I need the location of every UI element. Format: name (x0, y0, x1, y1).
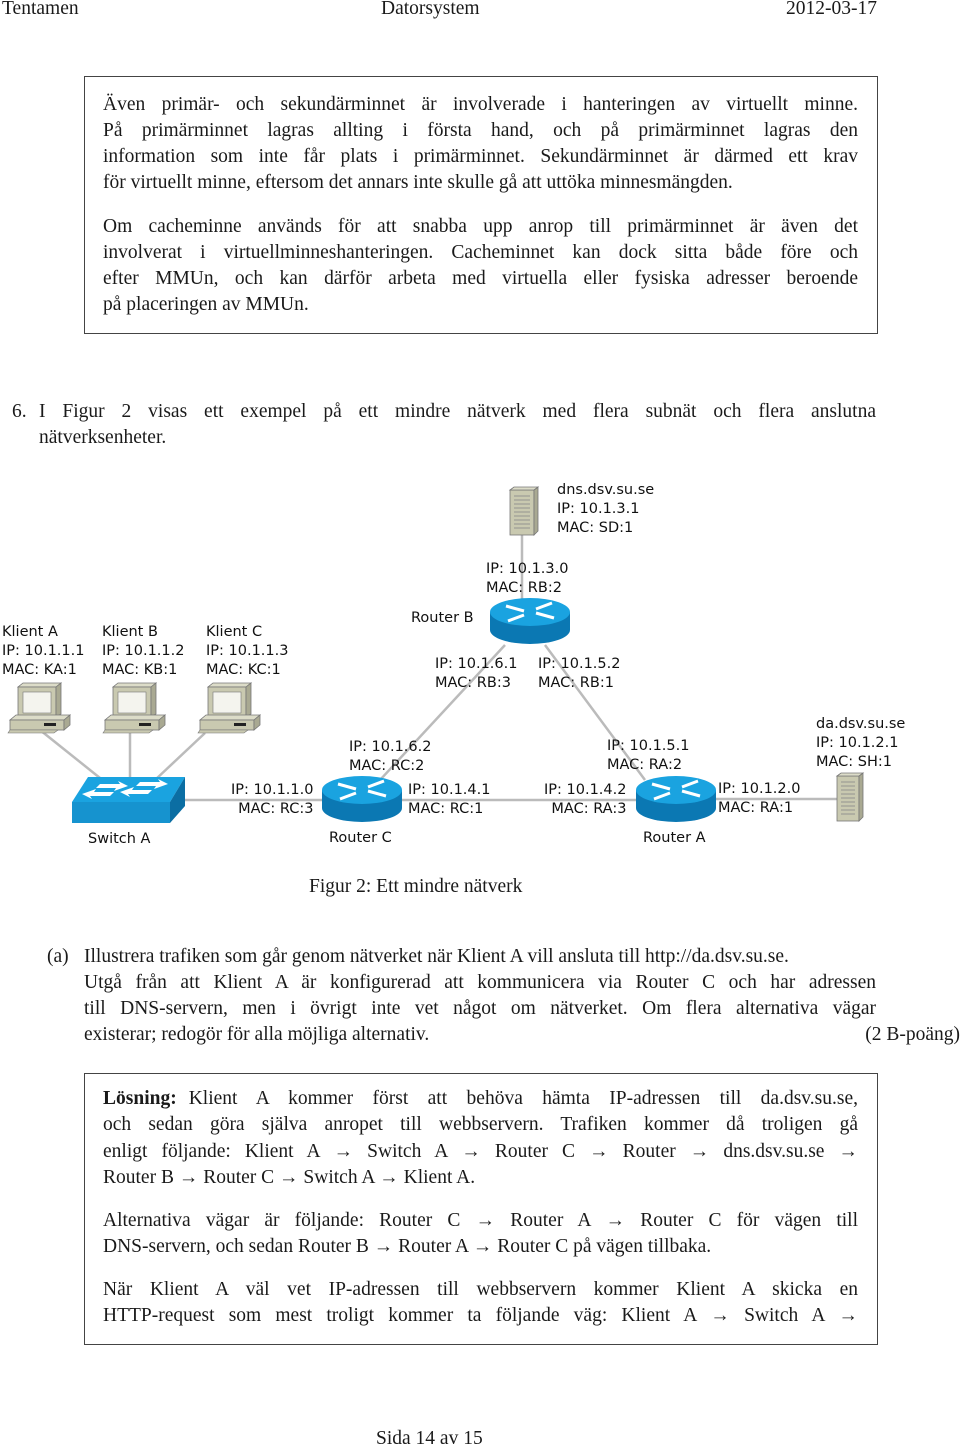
computer-icon (102, 682, 167, 734)
solution-text: enligt följande: Klient A → Switch A → R… (103, 1141, 858, 1162)
da-mac: MAC: SH:1 (816, 754, 893, 770)
interface-ip: IP: 10.1.4.1 (408, 782, 491, 798)
solution-text: DNS-servern, och sedan Router B → Router… (103, 1236, 712, 1257)
solution-text: HTTP-request som mest troligt kommer ta … (103, 1305, 858, 1326)
router-a-label: Router A (643, 830, 706, 846)
host-mac: MAC: KB:1 (102, 662, 178, 678)
router-a-right-interface: IP: 10.1.2.0 MAC: RA:1 (718, 780, 800, 818)
part-a-points: (2 B-poäng) (865, 1024, 960, 1045)
router-b-label: Router B (411, 610, 474, 626)
klient-b-label: Klient B IP: 10.1.1.2 MAC: KB:1 (102, 623, 184, 680)
interface-mac: MAC: RB:3 (435, 675, 511, 691)
interface-mac: MAC: RA:2 (607, 757, 683, 773)
interface-ip: IP: 10.1.1.0 (231, 782, 314, 798)
router-a-top-interface: IP: 10.1.5.1 MAC: RA:2 (607, 737, 689, 775)
router-b-top-interface: IP: 10.1.3.0 MAC: RB:2 (486, 560, 568, 598)
da-server-label: da.dsv.su.se IP: 10.1.2.1 MAC: SH:1 (816, 715, 905, 772)
host-ip: IP: 10.1.1.3 (206, 643, 289, 659)
computer-icon (7, 682, 72, 734)
dns-mac: MAC: SD:1 (557, 520, 634, 536)
solution-text: och sedan göra själva anropet till webbs… (103, 1114, 858, 1135)
interface-mac: MAC: RC:1 (408, 801, 484, 817)
interface-ip: IP: 10.1.5.1 (607, 738, 690, 754)
interface-ip: IP: 10.1.5.2 (538, 656, 621, 672)
part-a-text: existerar; redogör för alla möjliga alte… (84, 1024, 430, 1045)
host-name: Klient A (2, 624, 58, 640)
interface-ip: IP: 10.1.2.0 (718, 781, 801, 797)
host-name: Klient C (206, 624, 263, 640)
solution-label: Lösning: (103, 1088, 177, 1109)
link-klient-c-switch (154, 732, 206, 781)
klient-c-label: Klient C IP: 10.1.1.3 MAC: KC:1 (206, 623, 288, 680)
interface-mac: MAC: RB:1 (538, 675, 614, 691)
router-c-left-interface: IP: 10.1.1.0 MAC: RC:3 (231, 781, 313, 819)
computer-icon (197, 682, 262, 734)
solution-text: Klient A kommer först att behöva hämta I… (188, 1088, 858, 1109)
part-a-text: Utgå från att Klient A är konfigurerad a… (84, 972, 876, 993)
router-c-right-interface: IP: 10.1.4.1 MAC: RC:1 (408, 781, 490, 819)
router-icon (636, 776, 716, 822)
interface-ip: IP: 10.1.6.2 (349, 739, 432, 755)
part-a-text: till DNS-servern, men i övrigt inte vet … (84, 998, 876, 1019)
interface-mac: MAC: RB:2 (486, 580, 562, 596)
host-name: Klient B (102, 624, 158, 640)
router-icon (322, 776, 402, 822)
host-ip: IP: 10.1.1.2 (102, 643, 185, 659)
klient-a-label: Klient A IP: 10.1.1.1 MAC: KA:1 (2, 623, 84, 680)
da-hostname: da.dsv.su.se (816, 716, 906, 732)
router-b-right-interface: IP: 10.1.5.2 MAC: RB:1 (538, 655, 620, 693)
part-a-label: (a) (47, 946, 69, 967)
interface-ip: IP: 10.1.6.1 (435, 656, 518, 672)
dns-ip: IP: 10.1.3.1 (557, 501, 640, 517)
router-c-top-interface: IP: 10.1.6.2 MAC: RC:2 (349, 738, 431, 776)
figure-caption: Figur 2: Ett mindre nätverk (309, 876, 523, 897)
solution-text: Router B → Router C → Switch A → Klient … (103, 1167, 476, 1188)
interface-mac: MAC: RA:1 (718, 800, 794, 816)
interface-ip: IP: 10.1.3.0 (486, 561, 569, 577)
host-ip: IP: 10.1.1.1 (2, 643, 85, 659)
dns-server-label: dns.dsv.su.se IP: 10.1.3.1 MAC: SD:1 (557, 481, 654, 538)
router-a-left-interface: IP: 10.1.4.2 MAC: RA:3 (544, 781, 626, 819)
host-mac: MAC: KA:1 (2, 662, 77, 678)
solution-first-line: Lösning: Klient A kommer först att behöv… (103, 1086, 858, 1112)
dns-hostname: dns.dsv.su.se (557, 482, 655, 498)
server-icon (508, 486, 540, 536)
router-b-left-interface: IP: 10.1.6.1 MAC: RB:3 (435, 655, 517, 693)
switch-a-label: Switch A (88, 831, 151, 847)
server-icon (835, 772, 865, 822)
link-klient-a-switch (39, 729, 106, 783)
da-ip: IP: 10.1.2.1 (816, 735, 899, 751)
switch-icon (72, 777, 185, 823)
router-c-label: Router C (329, 830, 392, 846)
part-a-text: Illustrera trafiken som går genom nätver… (84, 946, 789, 967)
host-mac: MAC: KC:1 (206, 662, 281, 678)
interface-mac: MAC: RC:2 (349, 758, 425, 774)
interface-mac: MAC: RC:3 (238, 801, 314, 817)
solution-text: När Klient A väl vet IP-adressen till we… (103, 1279, 858, 1300)
page-number: Sida 14 av 15 (376, 1428, 483, 1449)
router-icon (490, 598, 570, 644)
interface-mac: MAC: RA:3 (551, 801, 627, 817)
interface-ip: IP: 10.1.4.2 (544, 782, 627, 798)
solution-text: Alternativa vägar är följande: Router C … (103, 1210, 858, 1231)
